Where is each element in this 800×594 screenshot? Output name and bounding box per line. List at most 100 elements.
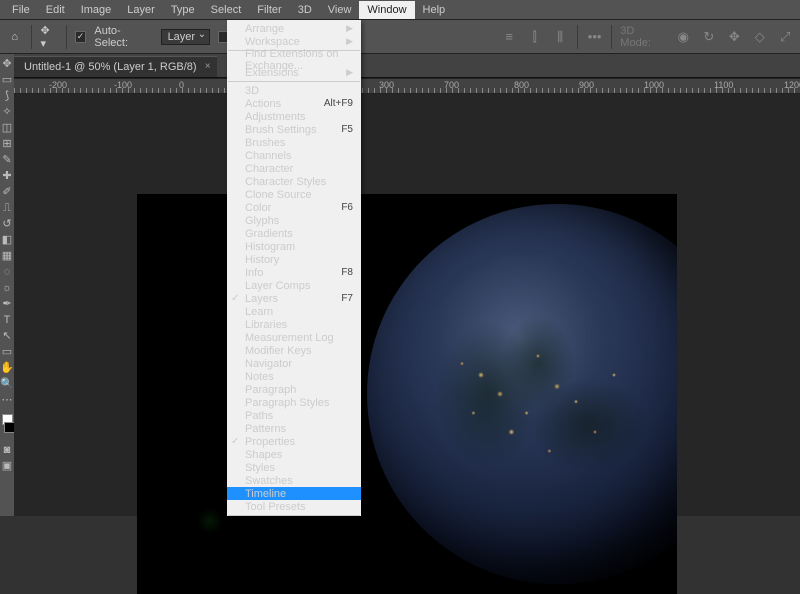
menu-item-arrange[interactable]: Arrange▶ bbox=[227, 22, 361, 35]
menu-item-gradients[interactable]: Gradients bbox=[227, 227, 361, 240]
document-canvas[interactable] bbox=[137, 194, 677, 594]
align-icon[interactable]: ≡ bbox=[500, 28, 517, 46]
marquee-tool-icon[interactable]: ▭ bbox=[1, 74, 13, 87]
home-icon[interactable]: ⌂ bbox=[6, 28, 23, 46]
menu-item-label: Patterns bbox=[245, 423, 286, 435]
menu-item-adjustments[interactable]: Adjustments bbox=[227, 110, 361, 123]
menu-item-tool-presets[interactable]: Tool Presets bbox=[227, 500, 361, 513]
menu-view[interactable]: View bbox=[320, 1, 360, 19]
menu-item-patterns[interactable]: Patterns bbox=[227, 422, 361, 435]
menu-select[interactable]: Select bbox=[203, 1, 250, 19]
blur-tool-icon[interactable]: ◌ bbox=[1, 266, 13, 279]
menu-item-libraries[interactable]: Libraries bbox=[227, 318, 361, 331]
auto-select-checkbox[interactable] bbox=[75, 31, 87, 43]
distribute-v-icon[interactable]: ⫿ bbox=[526, 28, 543, 46]
menu-item-label: Gradients bbox=[245, 228, 293, 240]
quickmask-icon[interactable]: ◙ bbox=[1, 444, 13, 457]
menu-item-styles[interactable]: Styles bbox=[227, 461, 361, 474]
menu-item-label: Clone Source bbox=[245, 189, 312, 201]
move-tool-icon[interactable]: ✥ bbox=[1, 58, 13, 71]
healing-tool-icon[interactable]: ✚ bbox=[1, 170, 13, 183]
distribute-h-icon[interactable]: ⫼ bbox=[551, 28, 568, 46]
menu-3d[interactable]: 3D bbox=[290, 1, 320, 19]
menu-item-brushes[interactable]: Brushes bbox=[227, 136, 361, 149]
brush-tool-icon[interactable]: ✐ bbox=[1, 186, 13, 199]
menu-item-properties[interactable]: ✓Properties bbox=[227, 435, 361, 448]
menu-item-channels[interactable]: Channels bbox=[227, 149, 361, 162]
menu-window[interactable]: Window bbox=[359, 1, 414, 19]
menu-item-navigator[interactable]: Navigator bbox=[227, 357, 361, 370]
lasso-tool-icon[interactable]: ⟆ bbox=[1, 90, 13, 103]
menu-item-shapes[interactable]: Shapes bbox=[227, 448, 361, 461]
menu-item-layers[interactable]: ✓LayersF7 bbox=[227, 292, 361, 305]
menu-item-glyphs[interactable]: Glyphs bbox=[227, 214, 361, 227]
ruler-mark: 1100 bbox=[714, 80, 733, 90]
frame-tool-icon[interactable]: ⊞ bbox=[1, 138, 13, 151]
menu-item-modifier-keys[interactable]: Modifier Keys bbox=[227, 344, 361, 357]
zoom-tool-icon[interactable]: 🔍 bbox=[1, 378, 13, 391]
edit-toolbar-icon[interactable]: ⋯ bbox=[1, 394, 13, 407]
menu-item-label: Extensions bbox=[245, 67, 299, 79]
crop-tool-icon[interactable]: ◫ bbox=[1, 122, 13, 135]
menu-item-histogram[interactable]: Histogram bbox=[227, 240, 361, 253]
menu-item-brush-settings[interactable]: Brush Settings F5 bbox=[227, 123, 361, 136]
menu-help[interactable]: Help bbox=[415, 1, 454, 19]
menu-item-label: Workspace bbox=[245, 36, 300, 48]
menu-item-paragraph[interactable]: Paragraph bbox=[227, 383, 361, 396]
history-brush-icon[interactable]: ↺ bbox=[1, 218, 13, 231]
menu-layer[interactable]: Layer bbox=[119, 1, 163, 19]
dodge-tool-icon[interactable]: ☼ bbox=[1, 282, 13, 295]
menu-item-measurement-log[interactable]: Measurement Log bbox=[227, 331, 361, 344]
menu-image[interactable]: Image bbox=[73, 1, 120, 19]
menu-item-label: Modifier Keys bbox=[245, 345, 312, 357]
more-icon[interactable]: ••• bbox=[586, 28, 603, 46]
menu-item-color[interactable]: ColorF6 bbox=[227, 201, 361, 214]
eyedropper-tool-icon[interactable]: ✎ bbox=[1, 154, 13, 167]
menu-item-info[interactable]: InfoF8 bbox=[227, 266, 361, 279]
menu-item-label: Timeline bbox=[245, 488, 286, 500]
document-tab[interactable]: Untitled-1 @ 50% (Layer 1, RGB/8) × bbox=[14, 56, 217, 77]
move-tool-icon[interactable]: ✥ ▾ bbox=[40, 24, 57, 50]
menu-item-3d[interactable]: 3D bbox=[227, 84, 361, 97]
layer-dropdown[interactable]: Layer bbox=[161, 29, 211, 45]
menu-item-learn[interactable]: Learn bbox=[227, 305, 361, 318]
menu-edit[interactable]: Edit bbox=[38, 1, 73, 19]
shape-tool-icon[interactable]: ▭ bbox=[1, 346, 13, 359]
menu-item-layer-comps[interactable]: Layer Comps bbox=[227, 279, 361, 292]
wand-tool-icon[interactable]: ✧ bbox=[1, 106, 13, 119]
menu-type[interactable]: Type bbox=[163, 1, 203, 19]
orbit-icon: ◉ bbox=[675, 28, 692, 46]
menu-item-character-styles[interactable]: Character Styles bbox=[227, 175, 361, 188]
submenu-arrow-icon: ▶ bbox=[346, 23, 353, 34]
menu-file[interactable]: File bbox=[4, 1, 38, 19]
menu-item-timeline[interactable]: Timeline bbox=[227, 487, 361, 500]
menu-item-character[interactable]: Character bbox=[227, 162, 361, 175]
eraser-tool-icon[interactable]: ◧ bbox=[1, 234, 13, 247]
ruler-mark: 900 bbox=[579, 80, 594, 90]
menu-item-notes[interactable]: Notes bbox=[227, 370, 361, 383]
stamp-tool-icon[interactable]: ⎍ bbox=[1, 202, 13, 215]
menu-item-clone-source[interactable]: Clone Source bbox=[227, 188, 361, 201]
gradient-tool-icon[interactable]: ▦ bbox=[1, 250, 13, 263]
menu-item-label: Brush Settings bbox=[245, 124, 317, 136]
shortcut-label: F5 bbox=[341, 124, 353, 135]
menu-item-label: Layers bbox=[245, 293, 278, 305]
ruler-mark: 300 bbox=[379, 80, 394, 90]
tools-panel: ✥ ▭ ⟆ ✧ ◫ ⊞ ✎ ✚ ✐ ⎍ ↺ ◧ ▦ ◌ ☼ ✒ T ↖ ▭ ✋ … bbox=[0, 54, 14, 516]
menu-item-workspace[interactable]: Workspace▶ bbox=[227, 35, 361, 48]
close-icon[interactable]: × bbox=[205, 61, 211, 72]
screenmode-icon[interactable]: ▣ bbox=[1, 460, 13, 473]
menu-item-history[interactable]: History bbox=[227, 253, 361, 266]
type-tool-icon[interactable]: T bbox=[1, 314, 13, 327]
menu-filter[interactable]: Filter bbox=[249, 1, 289, 19]
pen-tool-icon[interactable]: ✒ bbox=[1, 298, 13, 311]
menu-item-paragraph-styles[interactable]: Paragraph Styles bbox=[227, 396, 361, 409]
hand-tool-icon[interactable]: ✋ bbox=[1, 362, 13, 375]
menu-item-extensions[interactable]: Extensions▶ bbox=[227, 66, 361, 79]
menu-item-paths[interactable]: Paths bbox=[227, 409, 361, 422]
menu-item-label: Navigator bbox=[245, 358, 292, 370]
menu-item-actions[interactable]: ActionsAlt+F9 bbox=[227, 97, 361, 110]
menu-item-swatches[interactable]: Swatches bbox=[227, 474, 361, 487]
menu-item-find-extensions-on-exchange-[interactable]: Find Extensions on Exchange... bbox=[227, 53, 361, 66]
path-tool-icon[interactable]: ↖ bbox=[1, 330, 13, 343]
